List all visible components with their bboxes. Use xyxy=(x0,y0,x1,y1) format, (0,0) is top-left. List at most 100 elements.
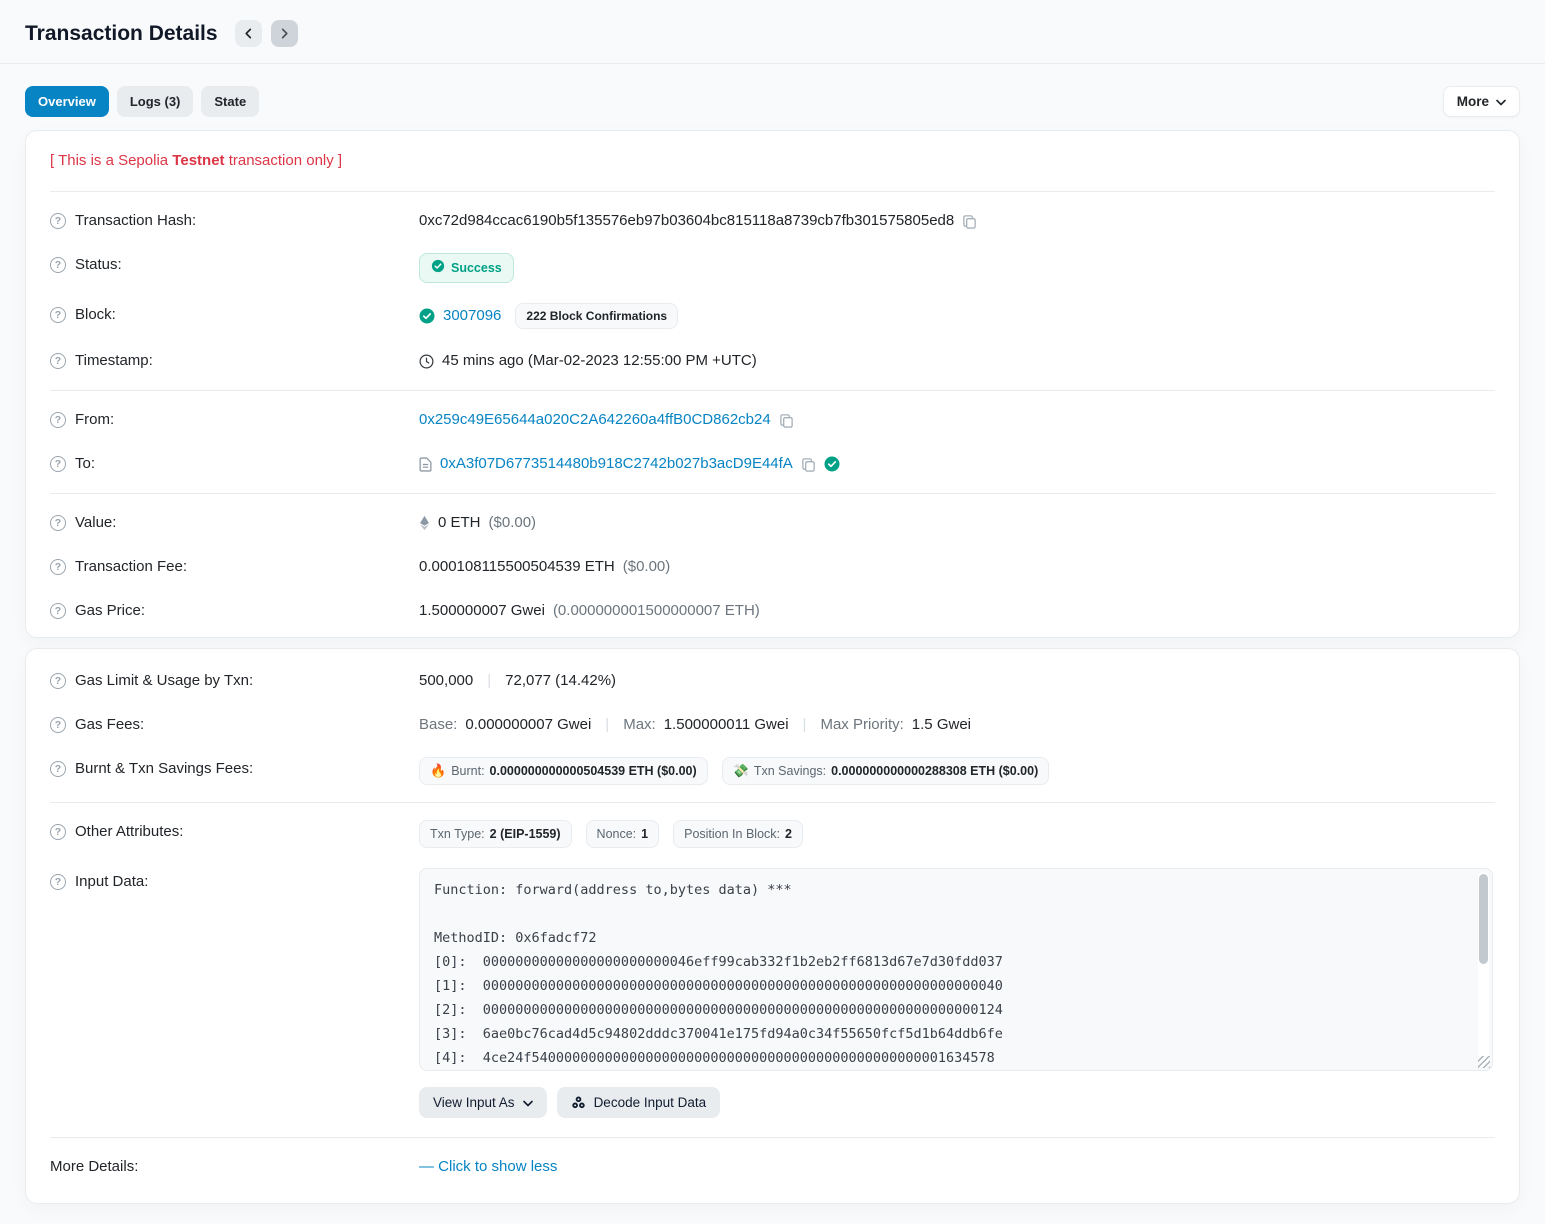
separator: | xyxy=(803,713,807,737)
help-icon[interactable]: ? xyxy=(50,307,66,323)
row-gas-fees: ? Gas Fees: Base: 0.000000007 Gwei | Max… xyxy=(50,703,1495,747)
check-circle-icon xyxy=(419,308,435,324)
row-gas-price: ? Gas Price: 1.500000007 Gwei (0.0000000… xyxy=(50,589,1495,633)
help-icon[interactable]: ? xyxy=(50,761,66,777)
gas-fees-label: Gas Fees: xyxy=(75,713,144,737)
row-other-attributes: ? Other Attributes: Txn Type: 2 (EIP-155… xyxy=(50,810,1495,858)
base-fee-value: 0.000000007 Gwei xyxy=(465,713,591,737)
copy-icon[interactable] xyxy=(801,457,816,472)
from-address-link[interactable]: 0x259c49E65644a020C2A642260a4ffB0CD862cb… xyxy=(419,408,771,432)
divider xyxy=(50,191,1495,192)
verified-check-icon xyxy=(824,456,840,472)
row-from: ? From: 0x259c49E65644a020C2A642260a4ffB… xyxy=(50,398,1495,442)
transaction-details-page: Transaction Details Overview Logs (3) St… xyxy=(0,0,1545,1224)
timestamp-label: Timestamp: xyxy=(75,349,153,373)
warning-text-suffix: transaction only ] xyxy=(225,152,343,169)
txn-savings-value: 0.000000000000288308 ETH ($0.00) xyxy=(831,763,1038,779)
position-in-block-badge: Position In Block: 2 xyxy=(673,820,803,848)
page-header: Transaction Details xyxy=(0,0,1545,64)
tab-overview[interactable]: Overview xyxy=(25,86,109,117)
row-gas-limit: ? Gas Limit & Usage by Txn: 500,000 | 72… xyxy=(50,653,1495,703)
help-icon[interactable]: ? xyxy=(50,515,66,531)
gas-price-eth: (0.000000001500000007 ETH) xyxy=(553,599,760,623)
burnt-savings-label: Burnt & Txn Savings Fees: xyxy=(75,757,253,781)
value-amount: 0 ETH xyxy=(438,511,481,535)
help-icon[interactable]: ? xyxy=(50,824,66,840)
help-icon[interactable]: ? xyxy=(50,412,66,428)
to-address-link[interactable]: 0xA3f07D6773514480b918C2742b027b3acD9E44… xyxy=(440,452,793,476)
more-button-label: More xyxy=(1457,94,1489,109)
burnt-key: Burnt: xyxy=(451,763,484,779)
txn-type-key: Txn Type: xyxy=(430,826,485,842)
row-block: ? Block: 3007096 222 Block Confirmations xyxy=(50,293,1495,339)
copy-icon[interactable] xyxy=(962,214,977,229)
view-input-as-button[interactable]: View Input As xyxy=(419,1087,547,1118)
help-icon[interactable]: ? xyxy=(50,353,66,369)
separator: | xyxy=(605,713,609,737)
scrollbar-track[interactable] xyxy=(1478,872,1489,1067)
block-number-link[interactable]: 3007096 xyxy=(443,304,501,328)
tabs-row: Overview Logs (3) State More xyxy=(0,64,1545,117)
input-data-label: Input Data: xyxy=(75,870,148,894)
position-value: 2 xyxy=(785,826,792,842)
transaction-hash-value: 0xc72d984ccac6190b5f135576eb97b03604bc81… xyxy=(419,209,954,233)
eth-icon xyxy=(419,515,430,531)
input-data-box[interactable]: Function: forward(address to,bytes data)… xyxy=(419,868,1493,1071)
overview-card: [ This is a Sepolia Testnet transaction … xyxy=(25,130,1520,638)
max-fee-value: 1.500000011 Gwei xyxy=(664,713,789,737)
testnet-warning: [ This is a Sepolia Testnet transaction … xyxy=(50,135,1495,184)
divider xyxy=(50,802,1495,803)
nonce-badge: Nonce: 1 xyxy=(586,820,660,848)
status-label: Status: xyxy=(75,253,122,277)
value-label: Value: xyxy=(75,511,116,535)
copy-icon[interactable] xyxy=(779,413,794,428)
block-label: Block: xyxy=(75,303,116,327)
help-icon[interactable]: ? xyxy=(50,603,66,619)
gas-limit-value: 500,000 xyxy=(419,669,473,693)
help-icon[interactable]: ? xyxy=(50,673,66,689)
tab-logs[interactable]: Logs (3) xyxy=(117,86,194,117)
decode-input-data-button[interactable]: Decode Input Data xyxy=(557,1087,721,1118)
other-attributes-label: Other Attributes: xyxy=(75,820,183,844)
gas-limit-label: Gas Limit & Usage by Txn: xyxy=(75,669,253,693)
nonce-key: Nonce: xyxy=(597,826,637,842)
clock-icon xyxy=(419,354,434,369)
warning-text-bold: Testnet xyxy=(172,152,224,169)
more-details-label: More Details: xyxy=(50,1155,138,1179)
prev-transaction-button[interactable] xyxy=(235,20,262,47)
next-transaction-button[interactable] xyxy=(271,20,298,47)
row-input-data: ? Input Data: Function: forward(address … xyxy=(50,858,1495,1081)
help-icon[interactable]: ? xyxy=(50,559,66,575)
help-icon[interactable]: ? xyxy=(50,257,66,273)
resize-handle-icon[interactable] xyxy=(1478,1056,1490,1068)
txn-type-badge: Txn Type: 2 (EIP-1559) xyxy=(419,820,572,848)
row-transaction-hash: ? Transaction Hash: 0xc72d984ccac6190b5f… xyxy=(50,199,1495,243)
more-button[interactable]: More xyxy=(1443,86,1520,117)
row-value: ? Value: 0 ETH ($0.00) xyxy=(50,501,1495,545)
position-key: Position In Block: xyxy=(684,826,780,842)
row-burnt-savings: ? Burnt & Txn Savings Fees: 🔥 Burnt: 0.0… xyxy=(50,747,1495,795)
page-title: Transaction Details xyxy=(25,22,218,46)
help-icon[interactable]: ? xyxy=(50,213,66,229)
help-icon[interactable]: ? xyxy=(50,874,66,890)
to-label: To: xyxy=(75,452,95,476)
transaction-fee-usd: ($0.00) xyxy=(623,555,671,579)
decode-icon xyxy=(571,1095,586,1110)
gas-price-label: Gas Price: xyxy=(75,599,145,623)
status-badge: Success xyxy=(419,253,514,283)
row-transaction-fee: ? Transaction Fee: 0.000108115500504539 … xyxy=(50,545,1495,589)
gas-price-value: 1.500000007 Gwei xyxy=(419,599,545,623)
input-data-text: Function: forward(address to,bytes data)… xyxy=(434,878,1468,1071)
show-less-link[interactable]: — Click to show less xyxy=(419,1155,557,1179)
block-confirmations-badge: 222 Block Confirmations xyxy=(515,303,678,329)
row-to: ? To: 0xA3f07D6773514480b918C2742b027b3a… xyxy=(50,442,1495,486)
chevron-right-icon xyxy=(279,28,290,39)
help-icon[interactable]: ? xyxy=(50,456,66,472)
tab-state[interactable]: State xyxy=(201,86,259,117)
scrollbar-thumb[interactable] xyxy=(1479,874,1488,964)
help-icon[interactable]: ? xyxy=(50,717,66,733)
txn-savings-badge: 💸 Txn Savings: 0.000000000000288308 ETH … xyxy=(722,757,1050,785)
burnt-badge: 🔥 Burnt: 0.000000000000504539 ETH ($0.00… xyxy=(419,757,708,785)
divider xyxy=(50,390,1495,391)
decode-input-data-label: Decode Input Data xyxy=(594,1095,707,1110)
